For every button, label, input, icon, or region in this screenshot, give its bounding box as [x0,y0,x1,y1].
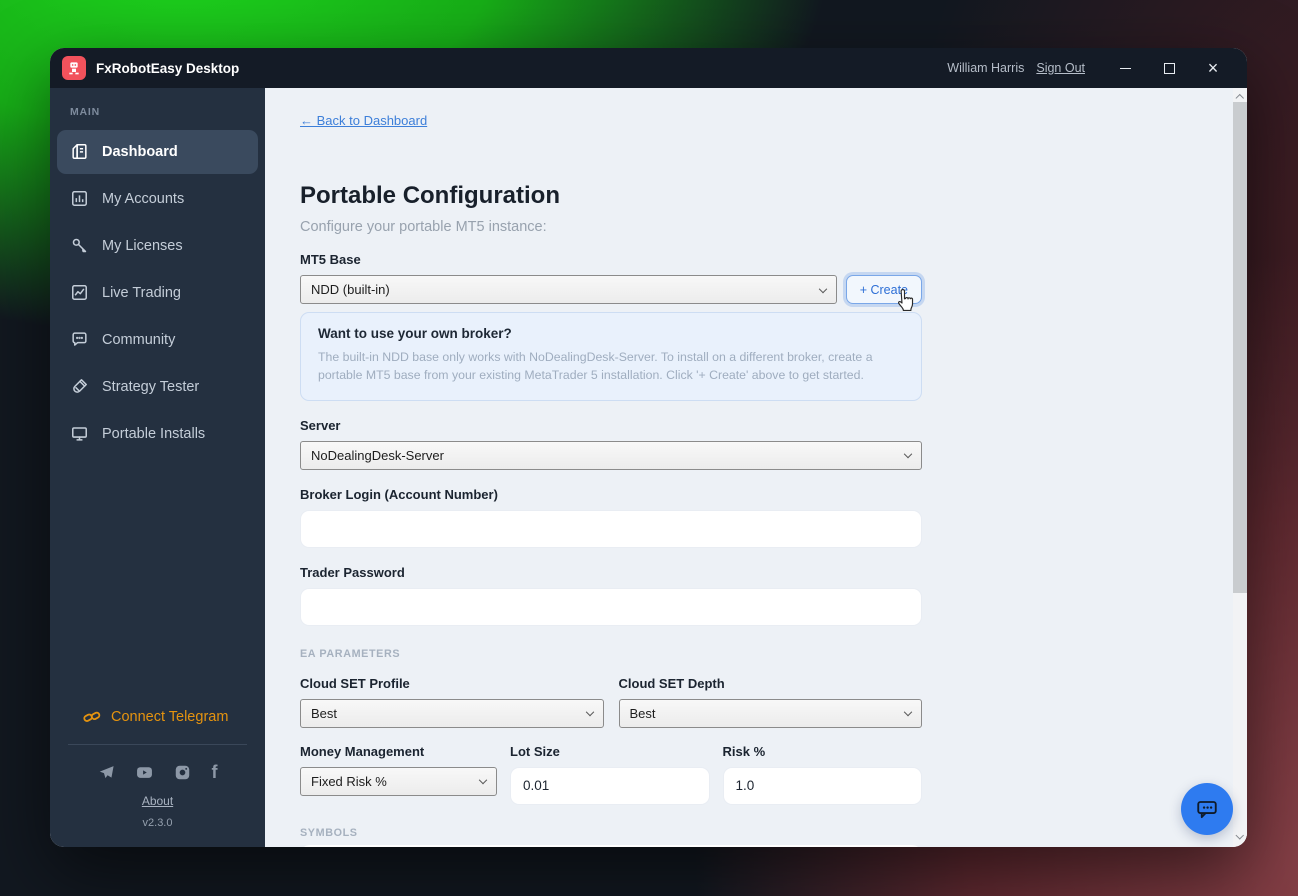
sidebar-section-label: MAIN [50,92,265,128]
minimize-icon [1120,68,1131,69]
title-bar: FxRobotEasy Desktop William Harris Sign … [50,48,1247,88]
trader-password-input[interactable] [300,588,922,626]
app-logo [62,56,86,80]
chevron-down-icon [479,776,487,784]
chevron-down-icon [818,284,826,292]
broker-info-box: Want to use your own broker? The built-i… [300,312,922,401]
broker-login-input[interactable] [300,510,922,548]
chevron-down-icon [904,708,912,716]
test-tube-icon [70,377,89,396]
sidebar-item-label: Community [102,332,175,348]
instagram-icon[interactable] [174,764,191,781]
chat-support-button[interactable] [1181,783,1233,835]
telegram-icon[interactable] [98,764,115,781]
symbols-card: AUDUSD [300,845,922,847]
symbols-section-label: SYMBOLS [300,827,922,839]
cloud-set-profile-label: Cloud SET Profile [300,676,604,691]
robot-icon [66,60,82,76]
chart-line-icon [70,283,89,302]
server-label: Server [300,418,922,433]
monitor-icon [70,424,89,443]
social-links: f [50,764,265,781]
lot-size-input[interactable] [510,767,710,805]
server-value: NoDealingDesk-Server [311,448,444,463]
bar-chart-icon [70,189,89,208]
sidebar-item-my-accounts[interactable]: My Accounts [57,177,258,221]
ea-parameters-section-label: EA PARAMETERS [300,648,922,660]
about-link[interactable]: About [50,794,265,808]
maximize-button[interactable] [1147,48,1191,88]
sidebar-item-label: Live Trading [102,285,181,301]
trader-password-label: Trader Password [300,565,922,580]
version-label: v2.3.0 [50,817,265,829]
sidebar-item-label: Portable Installs [102,426,205,442]
risk-percent-input[interactable] [723,767,923,805]
close-icon: × [1208,59,1219,77]
sidebar-item-community[interactable]: Community [57,318,258,362]
connect-telegram-label: Connect Telegram [111,709,228,725]
sidebar-item-strategy-tester[interactable]: Strategy Tester [57,365,258,409]
vertical-scrollbar [1233,88,1247,847]
page-subtitle: Configure your portable MT5 instance: [300,219,1233,235]
youtube-icon[interactable] [136,764,153,781]
sidebar-item-live-trading[interactable]: Live Trading [57,271,258,315]
speech-bubble-icon [70,330,89,349]
create-mt5-base-button[interactable]: + Create [846,275,922,304]
portable-config-form: MT5 Base NDD (built-in) + Create [300,252,922,847]
broker-login-label: Broker Login (Account Number) [300,487,922,502]
scrollbar-thumb[interactable] [1233,102,1247,593]
risk-percent-label: Risk % [723,744,923,759]
sidebar-divider [68,744,247,745]
chevron-up-icon [1236,94,1244,102]
sign-out-link[interactable]: Sign Out [1036,61,1085,75]
key-icon [70,236,89,255]
app-window: FxRobotEasy Desktop William Harris Sign … [50,48,1247,847]
scroll-down-arrow[interactable] [1233,831,1247,845]
mt5-base-label: MT5 Base [300,252,922,267]
back-to-dashboard-link[interactable]: ← Back to Dashboard [300,113,427,128]
mt5-base-select[interactable]: NDD (built-in) [300,275,837,304]
chat-bubble-icon [1193,795,1221,823]
cloud-set-depth-select[interactable]: Best [619,699,923,728]
cloud-set-profile-value: Best [311,706,337,721]
maximize-icon [1164,63,1175,74]
chevron-down-icon [585,708,593,716]
cloud-set-profile-select[interactable]: Best [300,699,604,728]
sidebar-item-label: Dashboard [102,144,178,160]
chevron-down-icon [1236,832,1244,840]
facebook-icon[interactable]: f [212,764,218,781]
sidebar-item-my-licenses[interactable]: My Licenses [57,224,258,268]
user-name: William Harris [947,61,1024,75]
chevron-down-icon [904,450,912,458]
cloud-set-depth-label: Cloud SET Depth [619,676,923,691]
sidebar-item-label: Strategy Tester [102,379,199,395]
sidebar-item-label: My Accounts [102,191,184,207]
money-management-label: Money Management [300,744,497,759]
minimize-button[interactable] [1103,48,1147,88]
mt5-base-value: NDD (built-in) [311,282,390,297]
sidebar-item-dashboard[interactable]: Dashboard [57,130,258,174]
money-management-value: Fixed Risk % [311,774,387,789]
sidebar: MAIN Dashboard My Accounts [50,88,265,847]
lot-size-label: Lot Size [510,744,710,759]
money-management-select[interactable]: Fixed Risk % [300,767,497,796]
sidebar-item-label: My Licenses [102,238,183,254]
page-title: Portable Configuration [300,182,1233,210]
close-button[interactable]: × [1191,48,1235,88]
create-button-label: + Create [860,283,908,297]
dashboard-icon [70,142,89,161]
cloud-set-depth-value: Best [630,706,656,721]
main-content: ← Back to Dashboard Portable Configurati… [265,88,1247,847]
info-box-title: Want to use your own broker? [318,326,904,341]
connect-telegram-link[interactable]: Connect Telegram [50,708,265,726]
link-icon [83,708,101,726]
sidebar-item-portable-installs[interactable]: Portable Installs [57,412,258,456]
server-select[interactable]: NoDealingDesk-Server [300,441,922,470]
info-box-body: The built-in NDD base only works with No… [318,348,904,385]
app-title: FxRobotEasy Desktop [96,61,239,76]
